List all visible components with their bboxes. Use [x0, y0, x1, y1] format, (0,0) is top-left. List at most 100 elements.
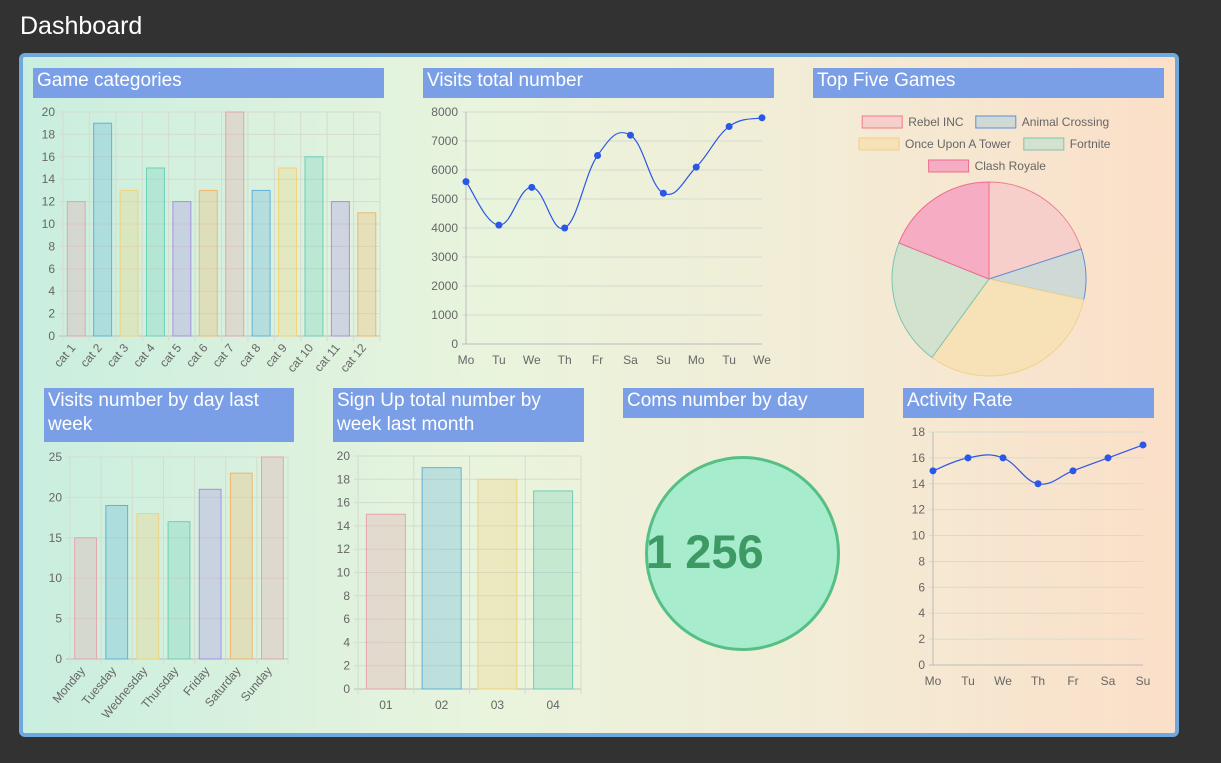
signups-last-month-y-tick-label: 16 [337, 496, 351, 510]
game-categories-x-tick-label: cat 12 [337, 341, 369, 375]
signups-last-month-bar [477, 478, 518, 690]
signups-last-month-y-tick-label: 8 [343, 589, 350, 603]
game-categories-y-tick-label: 16 [42, 150, 56, 164]
top-games-chart: Rebel INC Animal Crossing Once Upon A Towe… [858, 115, 1111, 377]
activity-rate-y-tick-label: 14 [912, 477, 926, 491]
game-categories-y-tick-label: 12 [42, 195, 56, 209]
card-title-activity-rate: Activity Rate [903, 388, 1154, 418]
visits-total-x-tick-label: Tu [722, 353, 736, 367]
card-title-top-games: Top Five Games [813, 68, 1164, 98]
visits-total-x-tick-label: Sa [623, 353, 638, 367]
visits-total-y-tick-label: 6000 [431, 163, 458, 177]
top-games-legend-swatch [1023, 137, 1065, 151]
signups-last-month-x-tick-label: 02 [435, 698, 449, 712]
visits-total-point [528, 183, 536, 191]
game-categories-y-tick-label: 6 [48, 262, 55, 276]
visits-total-y-tick-label: 3000 [431, 250, 458, 264]
game-categories-bar [251, 189, 271, 337]
game-categories-y-tick-label: 8 [48, 239, 55, 253]
visits-last-week-bar [198, 488, 222, 660]
game-categories-x-tick-label: cat 11 [311, 341, 342, 375]
activity-rate-y-tick-label: 4 [918, 606, 925, 620]
visits-total-x-tick-label: Th [558, 353, 572, 367]
activity-rate-point [999, 454, 1007, 462]
visits-last-week-bar [105, 504, 129, 660]
visits-last-week-bar [74, 537, 97, 660]
game-categories-bar [330, 201, 350, 337]
signups-last-month-y-tick-label: 20 [337, 449, 351, 463]
signups-last-month-y-tick-label: 2 [343, 659, 350, 673]
visits-total-y-tick-label: 5000 [431, 192, 458, 206]
top-games-legend-label: Once Upon A Tower [905, 137, 1011, 151]
card-title-visits-total: Visits total number [423, 68, 774, 98]
visits-last-week-chart: 0510152025MondayTuesdayWednesdayThursday… [49, 450, 289, 721]
card-title-game-categories: Game categories [33, 68, 384, 98]
activity-rate-point [1139, 441, 1147, 449]
visits-last-week-bar [136, 513, 160, 660]
activity-rate-y-tick-label: 10 [912, 529, 926, 543]
visits-last-week-x-tick-label: Sunday [238, 664, 275, 704]
activity-rate-point [929, 467, 937, 475]
visits-total-x-tick-label: Tu [492, 353, 506, 367]
game-categories-x-tick-label: cat 5 [157, 341, 185, 370]
visits-total-x-tick-label: We [753, 353, 771, 367]
activity-rate-point [1034, 480, 1042, 488]
card-title-coms-by-day: Coms number by day [623, 388, 864, 418]
activity-rate-y-tick-label: 12 [912, 503, 926, 517]
game-categories-y-tick-label: 20 [42, 105, 56, 119]
visits-total-point [758, 114, 766, 122]
activity-rate-y-tick-label: 18 [912, 425, 926, 439]
game-categories-bar [119, 189, 139, 337]
activity-rate-x-tick-label: Fr [1067, 674, 1078, 688]
activity-rate-x-tick-label: We [994, 674, 1012, 688]
signups-last-month-y-tick-label: 14 [337, 519, 351, 533]
game-categories-bar [357, 212, 377, 337]
visits-total-y-tick-label: 0 [451, 337, 458, 351]
visits-last-week-y-tick-label: 25 [49, 450, 63, 464]
page-title: Dashboard [20, 12, 143, 40]
signups-last-month-chart: 0246810121416182001 02 03 04 [337, 449, 582, 712]
visits-total-y-tick-label: 8000 [431, 105, 458, 119]
visits-last-week-y-tick-label: 10 [49, 571, 63, 585]
signups-last-month-y-tick-label: 10 [337, 566, 351, 580]
activity-rate-x-tick-label: Sa [1101, 674, 1116, 688]
visits-total-y-tick-label: 4000 [431, 221, 458, 235]
activity-rate-y-tick-label: 2 [918, 632, 925, 646]
game-categories-y-tick-label: 4 [48, 284, 55, 298]
visits-last-week-y-tick-label: 5 [55, 612, 62, 626]
signups-last-month-x-tick-label: 01 [379, 698, 393, 712]
top-games-legend-swatch [928, 159, 970, 173]
signups-last-month-x-tick-label: 03 [491, 698, 505, 712]
activity-rate-x-tick-label: Th [1031, 674, 1045, 688]
game-categories-bar [198, 189, 218, 337]
game-categories-y-tick-label: 2 [48, 307, 55, 321]
top-games-legend-swatch [861, 115, 903, 129]
game-categories-bar [145, 167, 165, 337]
signups-last-month-x-tick-label: 04 [546, 698, 560, 712]
game-categories-bar [66, 201, 86, 337]
top-games-legend-label: Fortnite [1070, 137, 1111, 151]
activity-rate-x-tick-label: Su [1136, 674, 1151, 688]
game-categories-x-tick-label: cat 8 [236, 341, 264, 370]
signups-last-month-bar [421, 467, 462, 690]
top-games-legend-swatch [975, 115, 1017, 129]
visits-last-week-bar [229, 472, 253, 660]
game-categories-x-tick-label: cat 3 [104, 341, 132, 370]
visits-total-y-tick-label: 7000 [431, 134, 458, 148]
visits-total-point [462, 178, 470, 186]
signups-last-month-y-tick-label: 12 [337, 542, 351, 556]
game-categories-x-tick-label: cat 2 [77, 341, 105, 370]
visits-total-x-tick-label: Su [656, 353, 671, 367]
card-title-signups-last-month: Sign Up total number by week last month [333, 388, 584, 442]
visits-total-point [692, 163, 700, 171]
visits-last-week-y-tick-label: 20 [49, 490, 63, 504]
game-categories-x-tick-label: cat 10 [285, 341, 317, 375]
game-categories-chart: 02468101214161820cat 1cat 2cat 3cat 4cat… [42, 105, 381, 375]
signups-last-month-y-tick-label: 4 [343, 635, 350, 649]
visits-last-week-y-tick-label: 15 [49, 531, 63, 545]
game-categories-bar [93, 122, 113, 337]
activity-rate-x-tick-label: Tu [961, 674, 975, 688]
card-title-visits-last-week: Visits number by day last week [44, 388, 294, 442]
game-categories-x-tick-label: cat 7 [210, 341, 238, 370]
activity-rate-y-tick-label: 8 [918, 554, 925, 568]
